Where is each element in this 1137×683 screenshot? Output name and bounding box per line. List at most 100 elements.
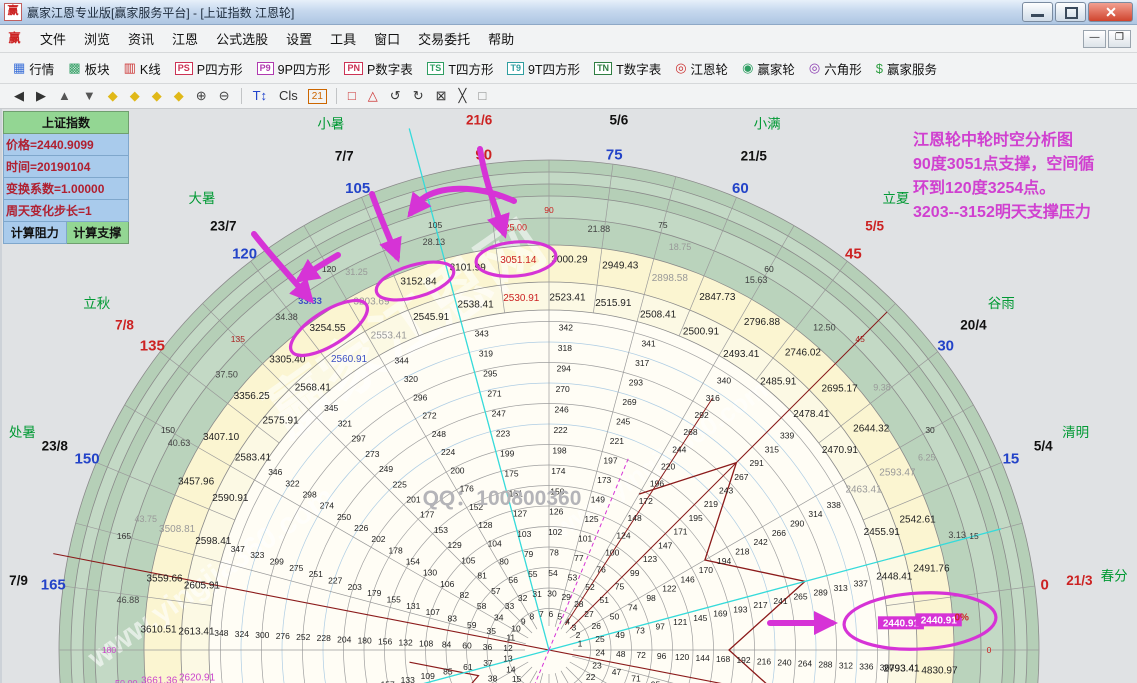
triangle-tool-icon[interactable]: △: [362, 86, 384, 106]
zoom-out-icon[interactable]: ⊖: [213, 86, 236, 106]
diamond-left-icon[interactable]: ◆: [102, 86, 124, 106]
toolbar-button-winner-service[interactable]: $赢家服务: [869, 56, 944, 81]
toolbar-button-t-square[interactable]: TST四方形: [420, 56, 501, 81]
wheel-number: 295: [483, 368, 497, 378]
wheel-number: 242: [754, 537, 768, 547]
outer-price-value: 3051.14: [500, 255, 537, 266]
annotation-line: 3203--3152明天支撑压力: [913, 201, 1137, 225]
wheel-number: 72: [636, 650, 646, 660]
annotation-line: 江恩轮中轮时空分析图: [913, 129, 1137, 153]
toolbar-button-quote-table[interactable]: ▦行情: [6, 56, 61, 81]
menu-item[interactable]: 交易委托: [409, 28, 479, 51]
9p-square-icon: P9: [257, 62, 274, 75]
wheel-number: 96: [657, 651, 667, 661]
marker-down-icon[interactable]: ▼: [77, 86, 102, 106]
menu-item[interactable]: 资讯: [119, 28, 163, 51]
rotate-ccw-icon[interactable]: ↺: [384, 86, 407, 106]
menu-item[interactable]: 窗口: [365, 28, 409, 51]
mdi-restore-button[interactable]: ❐: [1108, 30, 1131, 48]
9t-square-icon: T9: [507, 62, 524, 75]
board-tool-icon[interactable]: □: [472, 86, 492, 106]
diamond-down-icon[interactable]: ◆: [168, 86, 190, 106]
zoom-in-icon[interactable]: ⊕: [190, 86, 213, 106]
wheel-number: 293: [629, 378, 643, 388]
rect-tool-icon[interactable]: □: [342, 86, 362, 106]
wheel-number: 178: [389, 545, 403, 555]
t-adjust-icon[interactable]: T↕: [247, 86, 273, 106]
wheel-number: 144: [696, 653, 710, 663]
toolbar-button-hexagon[interactable]: ◎六角形: [802, 56, 869, 81]
wheel-number: 122: [662, 584, 676, 594]
degree-label: 150: [161, 425, 175, 435]
toolbar-button-label: T四方形: [448, 59, 493, 78]
wheel-number: 289: [814, 587, 828, 597]
wheel-number: 55: [528, 569, 538, 579]
minimize-button[interactable]: [1022, 2, 1053, 22]
wheel-number: 83: [448, 614, 458, 624]
mdi-minimize-button[interactable]: —: [1083, 30, 1106, 48]
degree-label: 90: [544, 205, 554, 215]
wheel-number: 12: [503, 643, 513, 653]
toolbar-button-p-square[interactable]: PSP四方形: [168, 56, 250, 81]
wheel-number: 100: [605, 548, 619, 558]
toolbar-button-9p-square[interactable]: P99P四方形: [250, 56, 338, 81]
info-panel: 上证指数 价格=2440.9099时间=20190104变换系数=1.00000…: [3, 111, 129, 244]
wheel-number: 227: [328, 576, 342, 586]
outer-price-value: 2593.47: [879, 467, 916, 478]
center-tool-icon[interactable]: ╳: [453, 86, 473, 106]
wheel-number: 129: [448, 540, 462, 550]
calc-support-button[interactable]: 计算支撑: [67, 222, 130, 244]
toolbar-button-label: 江恩轮: [691, 59, 729, 78]
close-button[interactable]: [1088, 2, 1133, 22]
menu-item[interactable]: 公式选股: [207, 28, 277, 51]
wheel-number: 252: [296, 632, 310, 642]
toolbar-button-kline[interactable]: ▥K线: [117, 56, 168, 81]
inner-price-value: 2793.41: [883, 663, 920, 674]
menu-item[interactable]: 文件: [31, 28, 75, 51]
wheel-number: 58: [477, 601, 487, 611]
diamond-right-icon[interactable]: ◆: [124, 86, 146, 106]
toolbar-button-blocks[interactable]: ▩板块: [61, 56, 116, 81]
toolbar-button-gann-wheel[interactable]: ◎江恩轮: [668, 56, 735, 81]
diamond-up-icon[interactable]: ◆: [146, 86, 168, 106]
calendar-21-icon[interactable]: 21: [308, 89, 327, 104]
toolbar-button-winner-wheel[interactable]: ◉赢家轮: [735, 56, 802, 81]
menu-item[interactable]: 设置: [277, 28, 321, 51]
wheel-number: 29: [561, 592, 571, 602]
inner-price-value: 2508.41: [640, 309, 677, 320]
wheel-number: 265: [793, 592, 807, 602]
toolbar-button-9t-square[interactable]: T99T四方形: [500, 56, 587, 81]
toolbar-button-t-table[interactable]: TNT数字表: [587, 56, 668, 81]
next-arrow-icon[interactable]: ▶: [30, 86, 52, 106]
chart-area: 赢家江恩网www.yingjia360.comwww.yingjia360.co…: [0, 109, 1137, 683]
menu-item[interactable]: 浏览: [75, 28, 119, 51]
wheel-number: 249: [379, 464, 393, 474]
wheel-number: 53: [568, 573, 578, 583]
wheel-number: 241: [773, 596, 787, 606]
wheel-number: 61: [463, 662, 473, 672]
wheel-number: 32: [518, 593, 528, 603]
wheel-number: 340: [717, 376, 731, 386]
outer-price-value: 2746.02: [785, 348, 822, 359]
rim-angle-label: 30: [937, 338, 954, 355]
delete-box-icon[interactable]: ⊠: [430, 86, 453, 106]
wheel-number: 31: [532, 589, 542, 599]
menu-item[interactable]: 帮助: [479, 28, 523, 51]
outer-price-value: 2898.58: [652, 273, 689, 284]
marker-up-icon[interactable]: ▲: [52, 86, 77, 106]
maximize-button[interactable]: [1055, 2, 1086, 22]
menu-item[interactable]: 工具: [321, 28, 365, 51]
menu-item[interactable]: 江恩: [163, 28, 207, 51]
wheel-number: 5: [557, 612, 562, 622]
wheel-number: 216: [757, 656, 771, 666]
clear-icon[interactable]: Cls: [273, 86, 304, 106]
calc-resistance-button[interactable]: 计算阻力: [3, 222, 67, 244]
wheel-number: 47: [612, 667, 622, 677]
wheel-number: 294: [557, 363, 571, 373]
rotate-cw-icon[interactable]: ↻: [407, 86, 430, 106]
titlebar: 赢 赢家江恩专业版[赢家服务平台] - [上证指数 江恩轮]: [0, 0, 1137, 25]
inner-price-value: 2478.41: [793, 409, 830, 420]
wheel-number: 288: [818, 659, 832, 669]
prev-arrow-icon[interactable]: ◀: [8, 86, 30, 106]
toolbar-button-p-table[interactable]: PNP数字表: [337, 56, 419, 81]
